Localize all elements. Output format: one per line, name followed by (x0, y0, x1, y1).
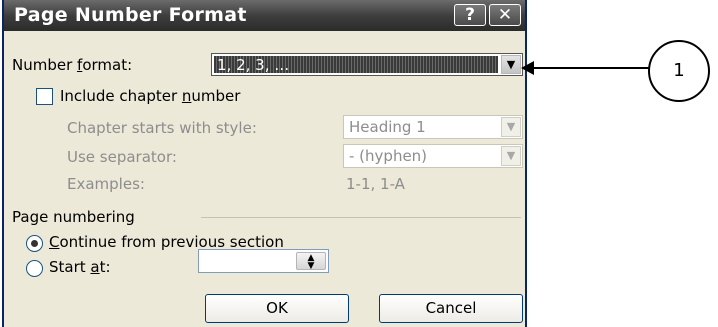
dialog-title: Page Number Format (14, 4, 247, 26)
spin-updown-icon[interactable]: ▲ ▼ (296, 252, 326, 271)
callout-line (530, 67, 650, 69)
examples-label: Examples: (67, 175, 145, 193)
start-at-label: Start at: (49, 258, 111, 276)
chapter-style-label: Chapter starts with style: (67, 119, 257, 137)
chevron-down-icon[interactable]: ▼ (501, 117, 521, 137)
radio-dot (31, 240, 38, 247)
include-chapter-label: Include chapter number (60, 87, 241, 105)
continue-radio[interactable] (26, 235, 43, 252)
chevron-down-icon[interactable]: ▼ (501, 55, 521, 74)
examples-value: 1-1, 1-A (346, 175, 405, 193)
page-numbering-group-label: Page numbering (12, 208, 135, 226)
ok-button[interactable]: OK (205, 294, 349, 323)
page-number-format-dialog: Page Number Format ? ✕ Number format: 1,… (2, 0, 527, 327)
include-chapter-checkbox[interactable] (36, 88, 53, 105)
chevron-down-icon[interactable]: ▼ (501, 146, 521, 166)
chapter-style-dropdown[interactable]: Heading 1 ▼ (343, 115, 523, 139)
number-format-label: Number format: (12, 56, 133, 74)
separator-dropdown[interactable]: - (hyphen) ▼ (343, 144, 523, 168)
start-at-spinner[interactable]: ▲ ▼ (198, 249, 329, 273)
close-button[interactable]: ✕ (489, 4, 521, 26)
cancel-button[interactable]: Cancel (379, 294, 523, 323)
chapter-style-value: Heading 1 (349, 118, 426, 136)
start-at-radio[interactable] (26, 260, 43, 277)
callout-number: 1 (648, 40, 710, 102)
title-bar[interactable]: Page Number Format ? ✕ (4, 0, 525, 31)
separator-label: Use separator: (67, 148, 177, 166)
help-button[interactable]: ? (454, 4, 486, 26)
separator-value: - (hyphen) (349, 147, 428, 165)
group-divider (201, 217, 521, 218)
number-format-value: 1, 2, 3, … (217, 56, 290, 74)
callout-arrowhead (521, 61, 534, 75)
number-format-dropdown[interactable]: 1, 2, 3, … ▼ (211, 53, 523, 76)
